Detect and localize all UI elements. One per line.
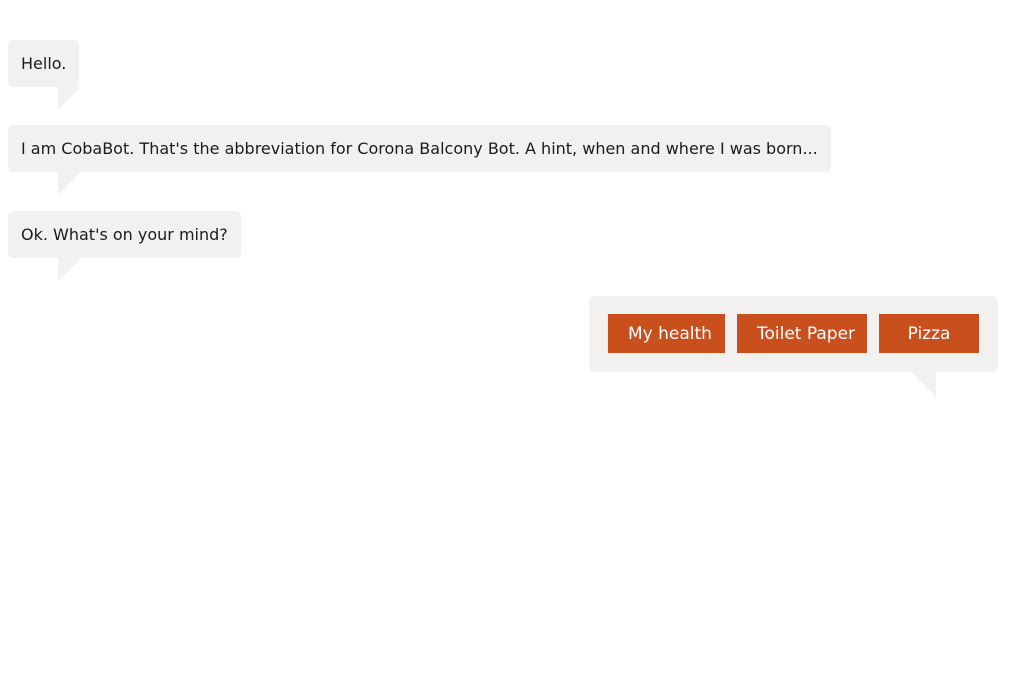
bubble-tail	[58, 87, 81, 110]
bubble-tail	[911, 372, 936, 397]
action-button-pizza[interactable]: Pizza	[879, 314, 979, 353]
bot-message-bubble: Hello.	[8, 40, 81, 110]
bubble-tail	[58, 172, 81, 195]
action-button-my-health[interactable]: My health	[608, 314, 725, 353]
message-text: I am CobaBot. That's the abbreviation fo…	[21, 139, 818, 158]
bubble-tail	[58, 258, 81, 281]
suggested-actions-bubble: My health Toilet Paper Pizza	[589, 296, 998, 397]
bot-message-bubble: I am CobaBot. That's the abbreviation fo…	[8, 125, 831, 195]
chat-transcript: Hello. I am CobaBot. That's the abbrevia…	[0, 0, 1010, 700]
message-text: Ok. What's on your mind?	[21, 225, 228, 244]
action-button-toilet-paper[interactable]: Toilet Paper	[737, 314, 867, 353]
bot-message-bubble: Ok. What's on your mind?	[8, 211, 241, 281]
message-text: Hello.	[21, 54, 67, 73]
